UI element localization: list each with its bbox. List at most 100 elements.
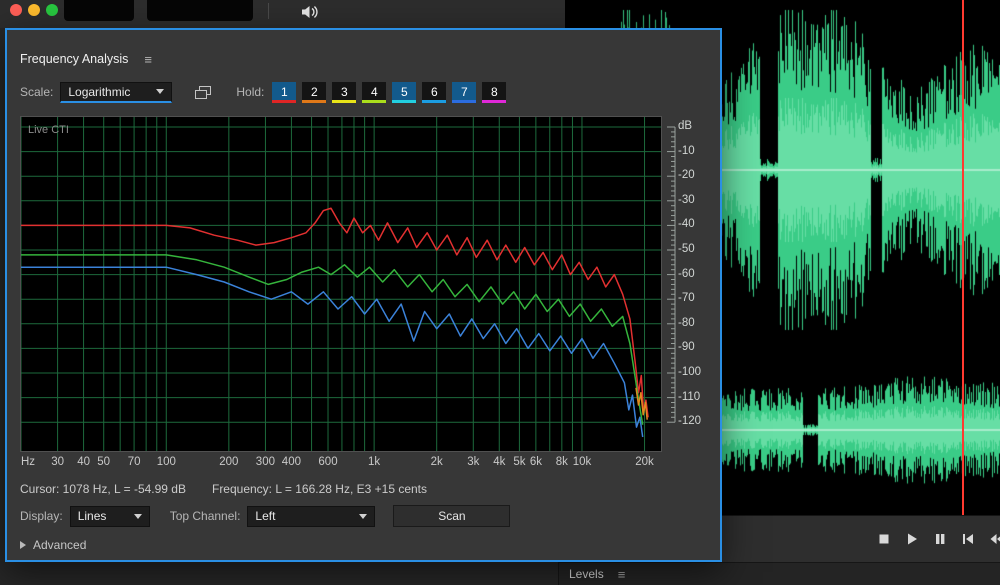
- hz-tick-label: 200: [219, 456, 238, 468]
- toolbar-panel-block: [147, 0, 253, 21]
- display-value: Lines: [78, 509, 107, 523]
- hz-labels: Hz304050701002003004006001k2k3k4k5k6k8k1…: [21, 456, 681, 472]
- hold-button-label: 2: [311, 85, 318, 99]
- hold-label: Hold:: [236, 85, 264, 99]
- speaker-icon[interactable]: [300, 3, 320, 21]
- transport-buttons: [877, 532, 1000, 546]
- frequency-plot[interactable]: Live CTI: [20, 116, 662, 452]
- hz-tick-label: 40: [77, 456, 90, 468]
- db-tick-label: -100: [678, 366, 701, 378]
- hold-color-bar: [422, 100, 446, 103]
- frequency-readout: Frequency: L = 166.28 Hz, E3 +15 cents: [212, 482, 427, 496]
- hz-tick-label: 300: [256, 456, 275, 468]
- close-button[interactable]: [10, 4, 22, 16]
- db-tick-label: -20: [678, 169, 695, 181]
- hold-color-bar: [332, 100, 356, 103]
- scale-value: Logarithmic: [68, 85, 130, 99]
- display-label: Display:: [20, 509, 63, 523]
- hold-button-label: 6: [431, 85, 438, 99]
- panel-menu-icon[interactable]: ≡: [144, 53, 152, 66]
- hz-tick-label: 6k: [530, 456, 542, 468]
- hold-button-6[interactable]: 6: [422, 82, 446, 103]
- rewind-button[interactable]: [989, 532, 1000, 546]
- display-dropdown[interactable]: Lines: [70, 506, 150, 527]
- db-tick-label: -110: [678, 391, 700, 403]
- levels-panel-header: Levels ≡: [558, 562, 1000, 585]
- frequency-analysis-window: Frequency Analysis ≡ Scale: Logarithmic …: [5, 28, 722, 562]
- go-to-start-button[interactable]: [961, 532, 975, 546]
- chevron-down-icon: [134, 514, 142, 519]
- hold-button-label: 3: [341, 85, 348, 99]
- hold-button-4[interactable]: 4: [362, 82, 386, 103]
- copy-graph-icon[interactable]: [194, 85, 212, 100]
- db-tick-label: -40: [678, 218, 695, 230]
- hz-tick-label: 600: [318, 456, 337, 468]
- hz-tick-label: 70: [128, 456, 141, 468]
- hold-color-bar: [392, 100, 416, 103]
- hz-tick-label: 2k: [431, 456, 443, 468]
- main-toolbar: [0, 0, 565, 28]
- readout-row: Cursor: 1078 Hz, L = -54.99 dB Frequency…: [7, 482, 720, 496]
- hold-button-1[interactable]: 1: [272, 82, 296, 103]
- hz-tick-label: 5k: [513, 456, 525, 468]
- db-tick-label: -90: [678, 341, 695, 353]
- hold-button-8[interactable]: 8: [482, 82, 506, 103]
- db-tick-label: -70: [678, 292, 695, 304]
- plot-grid: [21, 117, 661, 451]
- stop-button[interactable]: [877, 532, 891, 546]
- hold-color-bar: [302, 100, 326, 103]
- hold-button-label: 4: [371, 85, 378, 99]
- hz-tick-label: 10k: [573, 456, 592, 468]
- advanced-toggle[interactable]: Advanced: [7, 538, 720, 552]
- hz-tick-label: 100: [157, 456, 176, 468]
- advanced-label: Advanced: [33, 538, 86, 552]
- hold-color-bar: [272, 100, 296, 103]
- scan-button[interactable]: Scan: [393, 505, 510, 527]
- controls-row: Scale: Logarithmic Hold: 1 2 3 4 5 67 8: [7, 80, 720, 104]
- minimize-button[interactable]: [28, 4, 40, 16]
- db-tick-label: -60: [678, 268, 695, 280]
- play-button[interactable]: [905, 532, 919, 546]
- hold-button-5[interactable]: 5: [392, 82, 416, 103]
- hold-buttons: 1 2 3 4 5 67 8: [272, 82, 506, 103]
- chevron-down-icon: [156, 89, 164, 94]
- hold-button-label: 5: [401, 85, 408, 99]
- toolbar-separator: [268, 3, 269, 19]
- hz-tick-label: 20k: [635, 456, 654, 468]
- panel-menu-icon[interactable]: ≡: [618, 567, 626, 582]
- display-row: Display: Lines Top Channel: Left Scan: [7, 505, 720, 527]
- top-channel-dropdown[interactable]: Left: [247, 506, 375, 527]
- plot-curves: [21, 208, 648, 437]
- top-channel-label: Top Channel:: [170, 509, 241, 523]
- db-tick-label: -10: [678, 145, 695, 157]
- hz-tick-label: 8k: [556, 456, 568, 468]
- panel-header: Frequency Analysis ≡: [7, 30, 720, 72]
- cursor-readout: Cursor: 1078 Hz, L = -54.99 dB: [20, 482, 186, 496]
- hold-button-7[interactable]: 7: [452, 82, 476, 103]
- pause-button[interactable]: [933, 532, 947, 546]
- hold-color-bar: [452, 100, 476, 103]
- top-channel-value: Left: [255, 509, 275, 523]
- zoom-button[interactable]: [46, 4, 58, 16]
- chevron-down-icon: [359, 514, 367, 519]
- window-controls: [10, 4, 58, 16]
- plot-svg: [21, 117, 661, 451]
- toolbar-panel-block: [64, 0, 134, 21]
- hold-color-bar: [482, 100, 506, 103]
- hz-tick-label: 4k: [493, 456, 505, 468]
- hold-button-2[interactable]: 2: [302, 82, 326, 103]
- frequency-graph: Live CTI dB-10-20-30-40-50-60-70-80-90-1…: [20, 116, 716, 472]
- hold-button-label: 8: [491, 85, 498, 99]
- db-ruler: [664, 117, 676, 451]
- scale-dropdown[interactable]: Logarithmic: [60, 82, 172, 103]
- scale-label: Scale:: [20, 85, 53, 99]
- hz-tick-label: 400: [282, 456, 301, 468]
- playhead[interactable]: [962, 0, 964, 515]
- hold-button-3[interactable]: 3: [332, 82, 356, 103]
- db-tick-label: dB: [678, 120, 692, 132]
- panel-title: Frequency Analysis: [20, 52, 128, 66]
- db-tick-label: -80: [678, 317, 695, 329]
- hold-color-bar: [362, 100, 386, 103]
- hz-tick-label: Hz: [21, 456, 35, 468]
- db-labels: dB-10-20-30-40-50-60-70-80-90-100-110-12…: [678, 117, 718, 451]
